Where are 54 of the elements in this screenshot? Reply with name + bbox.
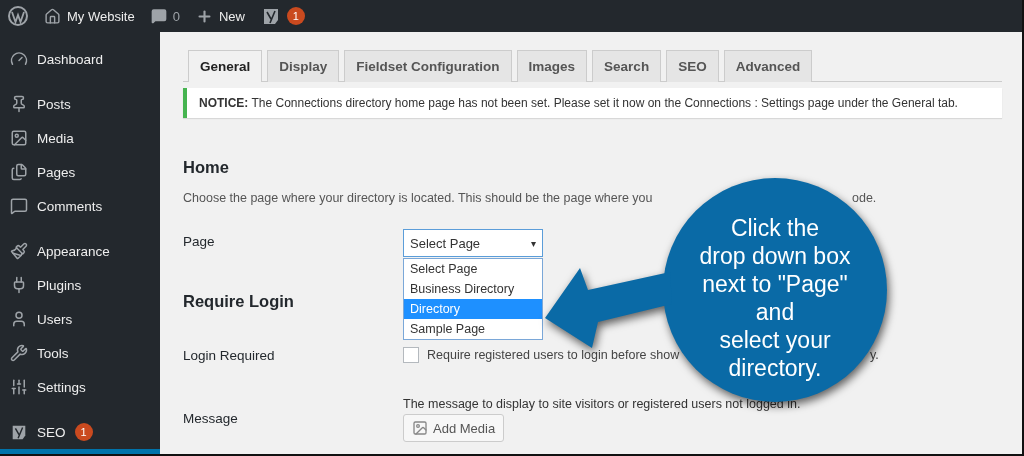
notification-badge: 1 xyxy=(74,423,93,441)
tab[interactable]: Display xyxy=(267,50,340,82)
checkbox-label: Require registered users to login before show xyxy=(427,348,681,362)
gauge-icon xyxy=(10,50,28,68)
notice-message: NOTICE: The Connections directory home page has not been set. Please set it now on the Connections : Settings page under the General tab. xyxy=(183,88,1002,118)
tab[interactable]: Fieldset Configuration xyxy=(344,50,512,82)
sidebar-item[interactable]: Plugins xyxy=(0,268,160,302)
sidebar-item[interactable]: Appearance xyxy=(0,234,160,268)
checkbox[interactable] xyxy=(403,347,419,363)
description-text: Choose the page where your directory is located. This should be the page where you xyxy=(183,191,654,205)
comment-count: 0 xyxy=(172,8,180,24)
new-link[interactable]: New xyxy=(218,8,245,24)
site-name[interactable]: My Website xyxy=(67,8,135,24)
wrench-icon xyxy=(10,344,28,362)
field-label: Message xyxy=(183,411,239,426)
field-label: Page xyxy=(183,234,216,249)
tab[interactable]: Search xyxy=(592,50,662,82)
section-heading: Home xyxy=(183,158,229,177)
field-label: Login Required xyxy=(183,347,276,363)
media-icon xyxy=(10,129,28,147)
paintbrush-icon xyxy=(10,242,28,260)
sidebar-item[interactable]: Dashboard xyxy=(0,42,160,76)
sidebar-item[interactable]: Posts xyxy=(0,87,160,121)
sidebar-item[interactable]: Users xyxy=(0,302,160,336)
tab[interactable]: Images xyxy=(516,50,588,82)
user-icon xyxy=(10,310,28,328)
section-heading: Require Login xyxy=(183,292,294,311)
tab[interactable]: General xyxy=(188,50,263,82)
sidebar-item[interactable]: SEO 1 xyxy=(0,415,160,449)
sidebar-item[interactable]: Pages xyxy=(0,155,160,189)
sidebar-item[interactable]: Settings xyxy=(0,370,160,404)
caret-icon: ▾ xyxy=(531,237,536,249)
tab[interactable]: Advanced xyxy=(723,50,813,82)
page-select[interactable]: Select Page ▾ xyxy=(403,229,543,257)
add-media-button[interactable]: Add Media xyxy=(403,414,505,442)
media-icon xyxy=(412,420,428,436)
speech-bubble-icon xyxy=(10,197,28,215)
pages-icon xyxy=(10,163,28,181)
wordpress-logo-icon[interactable] xyxy=(8,6,28,26)
pin-icon xyxy=(10,95,28,113)
notification-badge: 1 xyxy=(286,7,305,25)
yoast-icon xyxy=(10,423,28,441)
hint-text: The message to display to site visitors or registered users not logged in. xyxy=(403,397,801,411)
sidebar-item[interactable]: Media xyxy=(0,121,160,155)
sliders-icon xyxy=(10,378,28,396)
checkbox-label: y. xyxy=(870,348,879,362)
home-icon[interactable] xyxy=(44,7,61,25)
callout-text: Click the drop down box next to "Page" and select your directory. xyxy=(698,214,852,382)
speech-bubble-icon[interactable] xyxy=(150,8,167,24)
sidebar-item[interactable]: Tools xyxy=(0,336,160,370)
tab[interactable]: SEO xyxy=(666,50,719,82)
plus-icon[interactable] xyxy=(195,7,213,25)
sidebar-item[interactable]: Comments xyxy=(0,189,160,223)
description-text: ode. xyxy=(852,191,877,205)
